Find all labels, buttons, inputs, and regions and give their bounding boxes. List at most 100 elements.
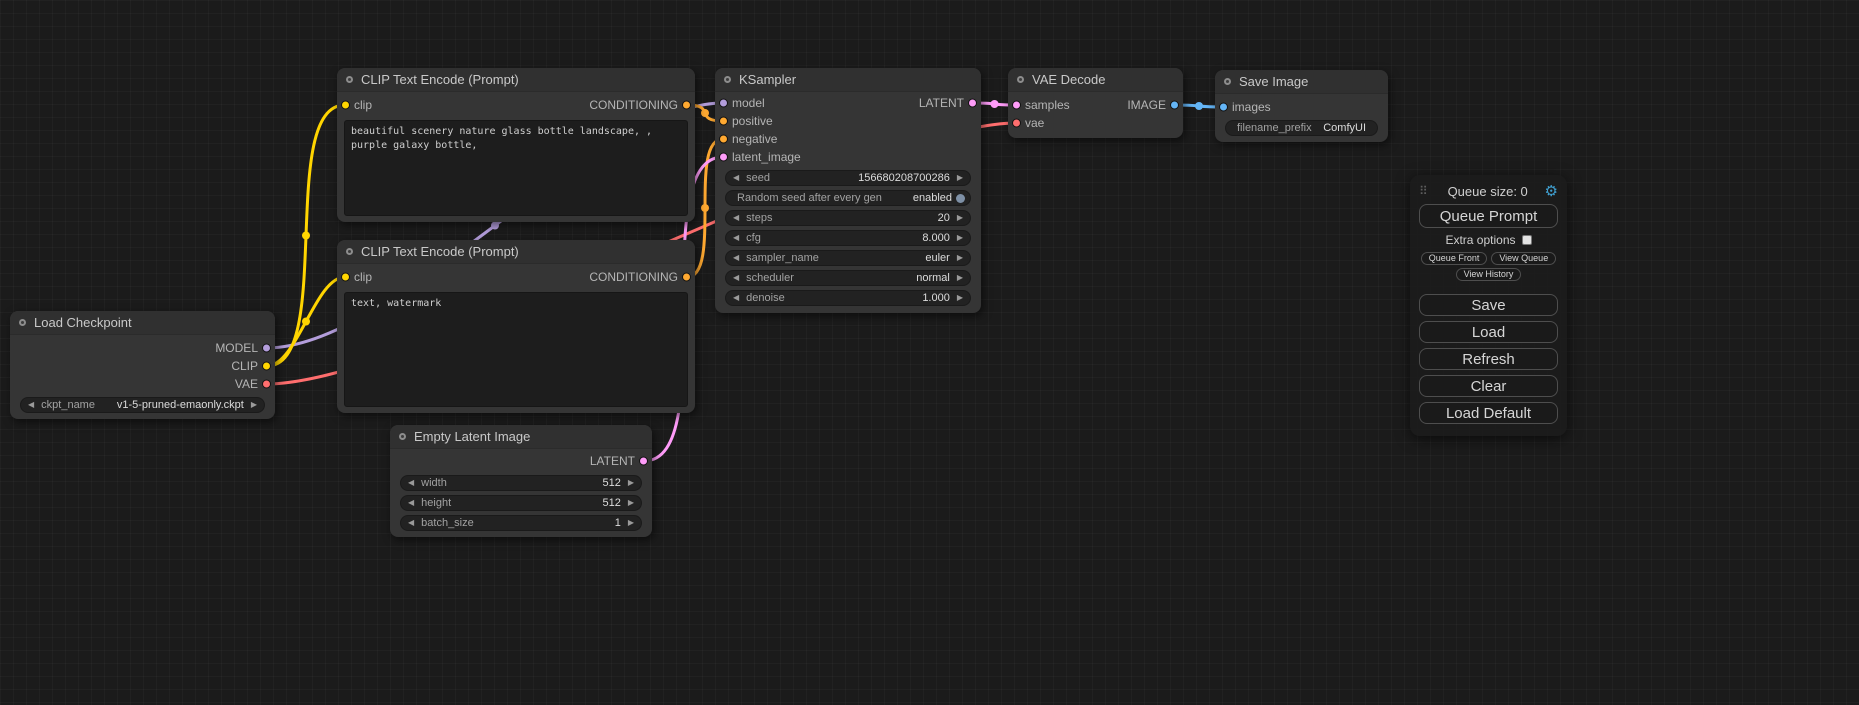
output-slot-latent[interactable] [639,457,648,466]
input-slot-label: positive [732,114,773,128]
increment-icon[interactable]: ▶ [957,214,963,222]
view-history-button[interactable]: View History [1456,268,1522,281]
output-slot-label: LATENT [919,96,964,110]
output-slot-latent[interactable] [968,99,977,108]
node-title-bar[interactable]: Save Image [1215,70,1388,94]
prompt-textarea[interactable]: text, watermark [344,292,688,407]
refresh-button[interactable]: Refresh [1419,348,1558,370]
widget-ckpt-name[interactable]: ◀ ckpt_name v1-5-pruned-emaonly.ckpt ▶ [20,397,265,413]
node-vae-decode[interactable]: VAE Decode samples IMAGE vae [1008,68,1183,138]
output-slot-conditioning[interactable] [682,273,691,282]
prompt-textarea[interactable]: beautiful scenery nature glass bottle la… [344,120,688,216]
node-save-image[interactable]: Save Image images filename_prefix ComfyU… [1215,70,1388,142]
decrement-icon[interactable]: ◀ [408,499,414,507]
increment-icon[interactable]: ▶ [957,294,963,302]
node-load-checkpoint[interactable]: Load Checkpoint MODEL CLIP VAE ◀ ckpt_na… [10,311,275,419]
clear-button[interactable]: Clear [1419,375,1558,397]
queue-prompt-button[interactable]: Queue Prompt [1419,204,1558,228]
output-slot-clip[interactable] [262,362,271,371]
node-title-bar[interactable]: Load Checkpoint [10,311,275,335]
node-title-bar[interactable]: CLIP Text Encode (Prompt) [337,68,695,92]
input-slot-positive[interactable] [719,117,728,126]
output-slot-model[interactable] [262,344,271,353]
view-queue-button[interactable]: View Queue [1491,252,1556,265]
collapse-dot-icon[interactable] [19,319,26,326]
output-slot-image[interactable] [1170,101,1179,110]
node-title-bar[interactable]: Empty Latent Image [390,425,652,449]
widget-sampler-name[interactable]: ◀ sampler_name euler ▶ [725,250,971,266]
widget-cfg[interactable]: ◀ cfg 8.000 ▶ [725,230,971,246]
increment-icon[interactable]: ▶ [957,234,963,242]
output-slot-vae[interactable] [262,380,271,389]
widget-value: enabled [913,192,952,204]
collapse-dot-icon[interactable] [346,76,353,83]
input-slot-samples[interactable] [1012,101,1021,110]
load-default-button[interactable]: Load Default [1419,402,1558,424]
queue-front-button[interactable]: Queue Front [1421,252,1488,265]
collapse-dot-icon[interactable] [346,248,353,255]
queue-menu-panel: ⠿ Queue size: 0 ⚙ Queue Prompt Extra opt… [1410,175,1567,436]
increment-icon[interactable]: ▶ [957,254,963,262]
input-slot-label: vae [1025,116,1044,130]
widget-random-seed-toggle[interactable]: Random seed after every gen enabled [725,190,971,206]
settings-gear-icon[interactable]: ⚙ [1545,182,1558,200]
input-slot-label: clip [354,98,372,112]
widget-label: height [421,497,451,509]
collapse-dot-icon[interactable] [724,76,731,83]
node-clip-text-encode-positive[interactable]: CLIP Text Encode (Prompt) clip CONDITION… [337,68,695,222]
input-slot-latent-image[interactable] [719,153,728,162]
decrement-icon[interactable]: ◀ [408,479,414,487]
widget-value: v1-5-pruned-emaonly.ckpt [117,399,244,411]
drag-handle-icon[interactable]: ⠿ [1419,184,1428,198]
widget-value: ComfyUI [1323,122,1366,134]
decrement-icon[interactable]: ◀ [733,254,739,262]
save-button[interactable]: Save [1419,294,1558,316]
input-slot-images[interactable] [1219,103,1228,112]
widget-filename-prefix[interactable]: filename_prefix ComfyUI [1225,120,1378,136]
node-title: VAE Decode [1032,72,1105,87]
input-slot-vae[interactable] [1012,119,1021,128]
increment-icon[interactable]: ▶ [628,479,634,487]
widget-seed[interactable]: ◀ seed 156680208700286 ▶ [725,170,971,186]
increment-icon[interactable]: ▶ [957,274,963,282]
load-button[interactable]: Load [1419,321,1558,343]
decrement-icon[interactable]: ◀ [733,214,739,222]
collapse-dot-icon[interactable] [399,433,406,440]
widget-denoise[interactable]: ◀ denoise 1.000 ▶ [725,290,971,306]
decrement-icon[interactable]: ◀ [733,174,739,182]
output-slot-label: VAE [235,377,258,391]
wire-midpoint-dot [991,100,999,108]
node-title-bar[interactable]: VAE Decode [1008,68,1183,92]
input-slot-negative[interactable] [719,135,728,144]
increment-icon[interactable]: ▶ [628,499,634,507]
node-clip-text-encode-negative[interactable]: CLIP Text Encode (Prompt) clip CONDITION… [337,240,695,413]
toggle-dot-icon[interactable] [956,194,965,203]
node-title-bar[interactable]: CLIP Text Encode (Prompt) [337,240,695,264]
input-slot-clip[interactable] [341,101,350,110]
input-slot-model[interactable] [719,99,728,108]
input-slot-clip[interactable] [341,273,350,282]
extra-options-checkbox[interactable] [1522,235,1532,245]
decrement-icon[interactable]: ◀ [28,401,34,409]
node-ksampler[interactable]: KSampler model LATENT positive negative … [715,68,981,313]
decrement-icon[interactable]: ◀ [408,519,414,527]
node-title-bar[interactable]: KSampler [715,68,981,92]
widget-height[interactable]: ◀ height 512 ▶ [400,495,642,511]
collapse-dot-icon[interactable] [1224,78,1231,85]
widget-steps[interactable]: ◀ steps 20 ▶ [725,210,971,226]
decrement-icon[interactable]: ◀ [733,274,739,282]
output-slot-conditioning[interactable] [682,101,691,110]
increment-icon[interactable]: ▶ [251,401,257,409]
collapse-dot-icon[interactable] [1017,76,1024,83]
decrement-icon[interactable]: ◀ [733,294,739,302]
increment-icon[interactable]: ▶ [957,174,963,182]
widget-width[interactable]: ◀ width 512 ▶ [400,475,642,491]
output-slot-label: IMAGE [1127,98,1166,112]
widget-label: sampler_name [746,252,819,264]
widget-label: batch_size [421,517,474,529]
widget-scheduler[interactable]: ◀ scheduler normal ▶ [725,270,971,286]
decrement-icon[interactable]: ◀ [733,234,739,242]
widget-batch-size[interactable]: ◀ batch_size 1 ▶ [400,515,642,531]
increment-icon[interactable]: ▶ [628,519,634,527]
node-empty-latent-image[interactable]: Empty Latent Image LATENT ◀ width 512 ▶ … [390,425,652,537]
